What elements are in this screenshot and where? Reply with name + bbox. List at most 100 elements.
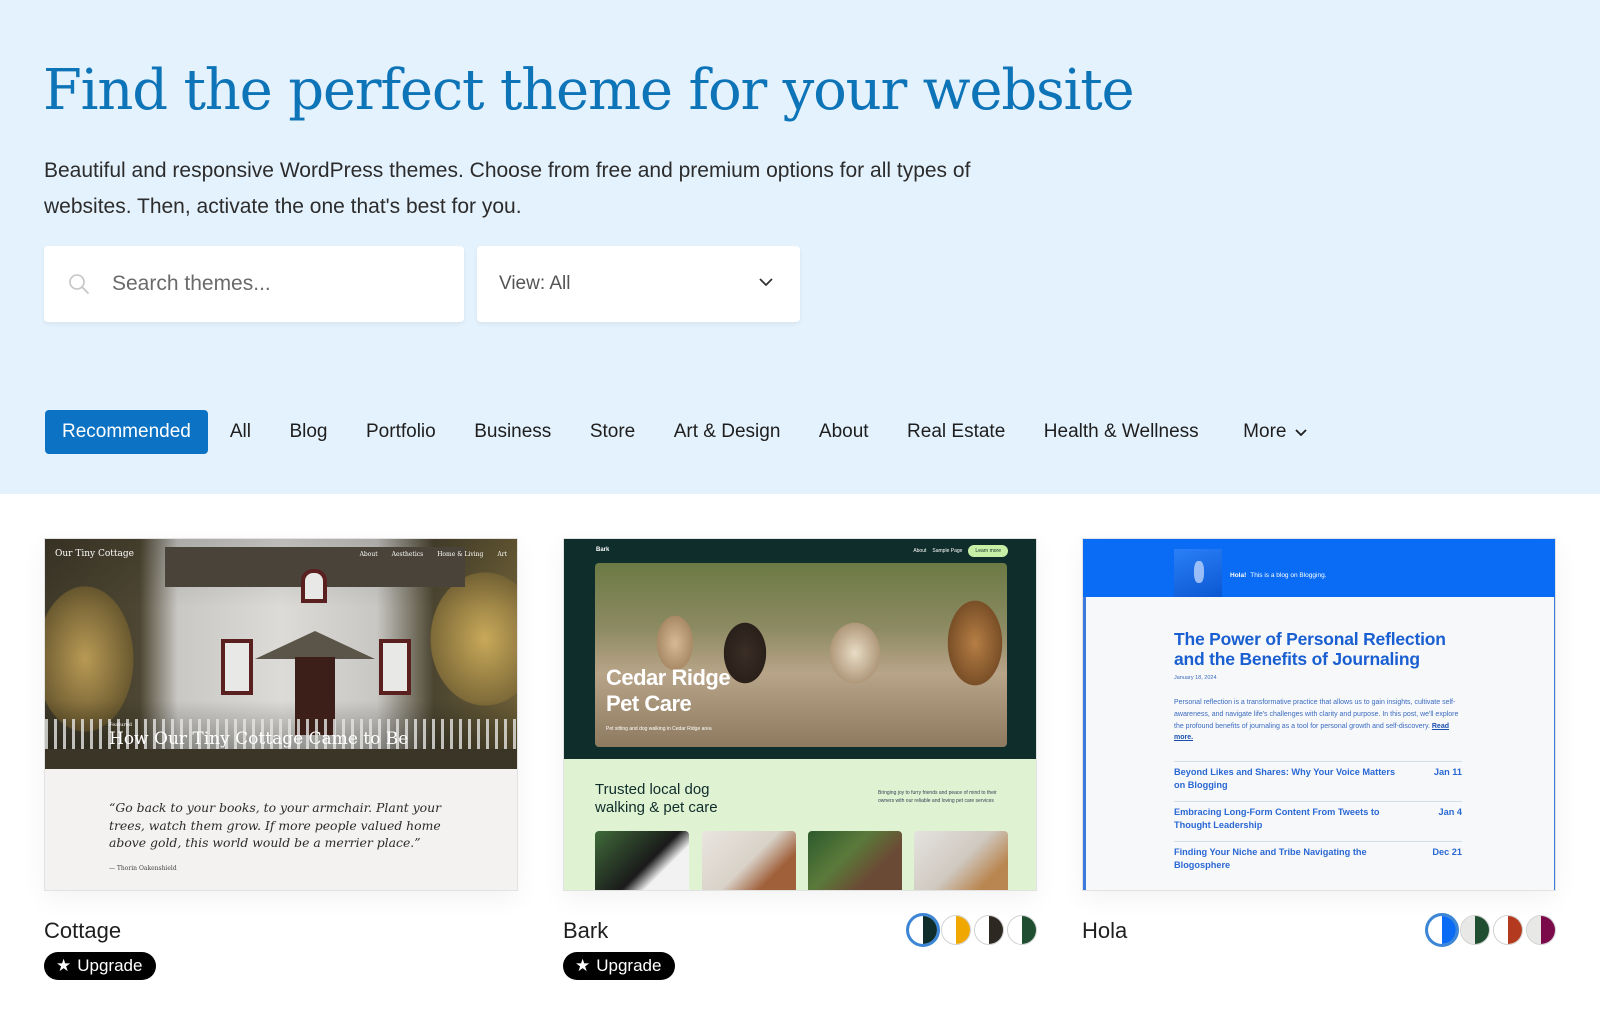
preview-section-title: Trusted local dog walking & pet care: [595, 781, 718, 816]
upgrade-label: Upgrade: [596, 956, 662, 975]
style-variation-swatch[interactable]: [906, 913, 940, 947]
list-item: Embracing Long-Form Content From Tweets …: [1174, 801, 1462, 841]
tab-more[interactable]: More: [1243, 421, 1308, 443]
theme-name[interactable]: Hola: [1082, 918, 1127, 944]
style-variation-swatch[interactable]: [1493, 915, 1523, 945]
theme-preview-cottage[interactable]: Our Tiny Cottage About Aesthetics Home &…: [44, 538, 518, 891]
chevron-down-icon: [759, 278, 773, 287]
preview-cta-button: Learn more: [968, 545, 1008, 557]
tab-health-wellness[interactable]: Health & Wellness: [1044, 421, 1199, 443]
post-date: Jan 4: [1438, 807, 1463, 817]
post-title: Embracing Long-Form Content From Tweets …: [1174, 807, 1380, 830]
preview-section-text: Bringing joy to furry friends and peace …: [878, 790, 997, 804]
theme-card-cottage[interactable]: Our Tiny Cottage About Aesthetics Home &…: [44, 538, 518, 980]
chevron-down-icon: [1295, 429, 1308, 437]
post-date: Dec 21: [1432, 847, 1462, 857]
house-ground: [45, 749, 517, 769]
house-window: [379, 639, 411, 695]
upgrade-label: Upgrade: [77, 956, 143, 975]
preview-logo: Bark: [596, 547, 610, 553]
tab-more-label: More: [1243, 421, 1287, 442]
theme-preview-hola[interactable]: Hola! This is a blog on Blogging. The Pow…: [1082, 538, 1556, 891]
star-icon: ★: [56, 956, 72, 975]
house-window: [221, 639, 253, 695]
search-icon: [69, 274, 89, 294]
preview-post-date: January 18, 2024: [1174, 675, 1217, 681]
house-window: [301, 569, 327, 603]
view-select[interactable]: View: All: [477, 246, 800, 322]
list-item: Finding Your Niche and Tribe Navigating …: [1174, 841, 1462, 881]
tab-business[interactable]: Business: [474, 421, 551, 443]
page-subtitle: Beautiful and responsive WordPress theme…: [44, 159, 971, 218]
style-variation-swatch[interactable]: [941, 915, 971, 945]
preview-tagline: Hola! This is a blog on Blogging.: [1230, 572, 1327, 579]
preview-site-name: Hola!: [1230, 572, 1247, 579]
tab-all[interactable]: All: [230, 421, 251, 443]
preview-post-excerpt: Personal reflection is a transformative …: [1174, 697, 1468, 744]
style-variation-swatch[interactable]: [1007, 915, 1037, 945]
upgrade-badge[interactable]: ★ Upgrade: [563, 952, 676, 980]
preview-hero-title: Cedar Ridge Pet Care: [606, 665, 731, 716]
tab-art-design[interactable]: Art & Design: [674, 421, 781, 443]
preview-post-title: The Power of Personal Reflection and the…: [1174, 629, 1446, 669]
preview-body: The Power of Personal Reflection and the…: [1083, 597, 1555, 890]
preview-nav-item: Home & Living: [437, 551, 484, 558]
search-input[interactable]: [112, 246, 452, 322]
style-variation-swatch[interactable]: [974, 915, 1004, 945]
tab-about[interactable]: About: [819, 421, 869, 443]
preview-header: Bark About Sample Page Learn more Cedar …: [564, 539, 1036, 759]
tab-real-estate[interactable]: Real Estate: [907, 421, 1005, 443]
preview-nav-item: Art: [497, 551, 507, 558]
tab-store[interactable]: Store: [590, 421, 635, 443]
preview-gallery-image: [702, 831, 796, 890]
preview-gallery-image: [914, 831, 1008, 890]
preview-section: Trusted local dog walking & pet care Bri…: [564, 759, 1036, 890]
preview-nav-item: Sample Page: [932, 548, 963, 554]
preview-post-list: Beyond Likes and Shares: Why Your Voice …: [1174, 761, 1462, 881]
preview-kicker: Featured: [109, 722, 132, 728]
page-title: Find the perfect theme for your website: [43, 58, 1135, 123]
post-title: Beyond Likes and Shares: Why Your Voice …: [1174, 767, 1396, 790]
theme-card-hola[interactable]: Hola! This is a blog on Blogging. The Pow…: [1082, 538, 1556, 947]
tab-blog[interactable]: Blog: [289, 421, 327, 443]
dogs-hero-image: [595, 563, 1007, 747]
excerpt-text: Personal reflection is a transformative …: [1174, 699, 1459, 730]
theme-name[interactable]: Bark: [563, 918, 608, 944]
preview-nav-item: About: [359, 551, 378, 558]
theme-preview-bark[interactable]: Bark About Sample Page Learn more Cedar …: [563, 538, 1037, 891]
preview-site-title: Our Tiny Cottage: [55, 549, 134, 559]
category-tabs: Recommended All Blog Portfolio Business …: [45, 410, 1347, 454]
view-select-label: View: All: [499, 273, 571, 294]
style-variations: [906, 913, 1037, 947]
preview-quote-section: “Go back to your books, to your armchair…: [45, 769, 517, 890]
preview-quote-attribution: — Thorin Oakenshield: [109, 865, 177, 872]
preview-headline: How Our Tiny Cottage Came to Be: [109, 729, 409, 749]
preview-nav: About Sample Page Learn more: [913, 545, 1008, 557]
tab-portfolio[interactable]: Portfolio: [366, 421, 436, 443]
preview-avatar: [1174, 549, 1222, 601]
upgrade-badge[interactable]: ★ Upgrade: [44, 952, 157, 980]
preview-tagline-text: This is a blog on Blogging.: [1250, 572, 1327, 579]
list-item: Beyond Likes and Shares: Why Your Voice …: [1174, 761, 1462, 801]
hero-section: Find the perfect theme for your website …: [0, 0, 1600, 494]
search-box[interactable]: [44, 246, 464, 322]
theme-card-bark[interactable]: Bark About Sample Page Learn more Cedar …: [563, 538, 1037, 980]
post-title: Finding Your Niche and Tribe Navigating …: [1174, 847, 1367, 870]
preview-gallery-image: [808, 831, 902, 890]
style-variation-swatch[interactable]: [1460, 915, 1490, 945]
preview-quote: “Go back to your books, to your armchair…: [109, 800, 442, 850]
star-icon: ★: [575, 956, 591, 975]
preview-header: Hola! This is a blog on Blogging.: [1083, 539, 1555, 601]
preview-nav: About Aesthetics Home & Living Art: [360, 551, 507, 558]
house-porch: [255, 631, 375, 659]
preview-gallery-image: [595, 831, 689, 890]
preview-nav-item: Aesthetics: [391, 551, 424, 558]
preview-nav-item: About: [913, 548, 927, 554]
preview-hero-tagline: Pet sitting and dog walking in Cedar Rid…: [606, 726, 712, 732]
style-variation-swatch[interactable]: [1425, 913, 1459, 947]
style-variation-swatch[interactable]: [1526, 915, 1556, 945]
tab-recommended[interactable]: Recommended: [45, 410, 208, 454]
style-variations: [1425, 913, 1556, 947]
theme-name[interactable]: Cottage: [44, 918, 121, 944]
post-date: Jan 11: [1433, 767, 1462, 777]
